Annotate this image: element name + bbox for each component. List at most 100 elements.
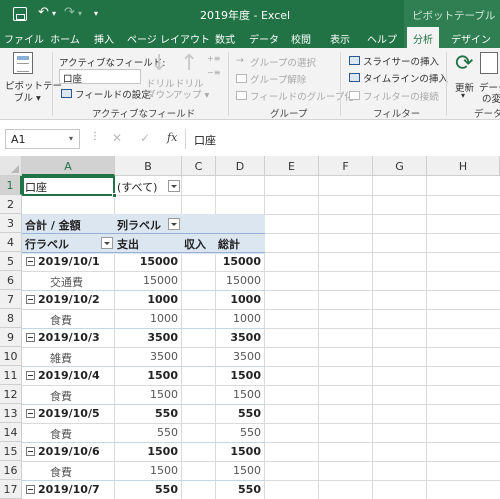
collapse-button[interactable] bbox=[26, 371, 35, 380]
pivot-date: 2019/10/3 bbox=[38, 331, 100, 344]
row-header-7[interactable]: 7 bbox=[0, 290, 22, 309]
column-header-b[interactable]: B bbox=[115, 156, 182, 176]
row-header-12[interactable]: 12 bbox=[0, 385, 22, 404]
pivot-total: 1500 bbox=[230, 369, 261, 382]
pivot-total: 550 bbox=[238, 407, 261, 420]
pivot-col-income: 収入 bbox=[184, 238, 206, 251]
collapse-button[interactable] bbox=[26, 257, 35, 266]
column-header-f[interactable]: F bbox=[319, 156, 373, 176]
row-header-5[interactable]: 5 bbox=[0, 252, 22, 271]
row-header-2[interactable]: 2 bbox=[0, 195, 22, 214]
row-header-6[interactable]: 6 bbox=[0, 271, 22, 290]
pivot-date: 2019/10/4 bbox=[38, 369, 100, 382]
change-data-source-label-2[interactable]: の変 bbox=[482, 91, 500, 105]
select-all-button[interactable] bbox=[0, 156, 22, 176]
insert-function-button[interactable]: fx bbox=[167, 131, 177, 144]
collapse-button[interactable] bbox=[26, 409, 35, 418]
gridline bbox=[372, 176, 373, 499]
customize-quick-access-icon[interactable]: ▾ bbox=[94, 9, 98, 18]
drill-up-icon: ↑ bbox=[180, 51, 199, 76]
save-icon[interactable] bbox=[13, 7, 27, 21]
field-settings-button[interactable]: フィールドの設定 bbox=[75, 87, 151, 101]
ungroup-button: グループ解除 bbox=[250, 75, 307, 86]
formula-bar: A1 ▾ ⋮ ✕ ✓ fx 口座 bbox=[0, 120, 500, 156]
tab-design[interactable]: デザイン bbox=[448, 27, 494, 48]
insert-timeline-button[interactable]: タイムラインの挿入 bbox=[363, 71, 448, 85]
column-header-g[interactable]: G bbox=[373, 156, 427, 176]
refresh-dropdown-icon[interactable]: ▾ bbox=[461, 91, 465, 100]
title-bar: ↶ ▾ ↷ ▾ ▾ 2019年度 - Excel ピボットテーブル ツール bbox=[0, 0, 500, 27]
pivot-date: 2019/10/5 bbox=[38, 407, 100, 420]
row-header-10[interactable]: 10 bbox=[0, 347, 22, 366]
row-header-11[interactable]: 11 bbox=[0, 366, 22, 385]
ribbon-separator bbox=[52, 52, 53, 116]
group-field-icon bbox=[236, 91, 247, 100]
column-header-c[interactable]: C bbox=[182, 156, 216, 176]
row-header-4[interactable]: 4 bbox=[0, 233, 22, 252]
tab-review[interactable]: 校閲 bbox=[286, 27, 316, 48]
column-header-e[interactable]: E bbox=[265, 156, 319, 176]
row-header-14[interactable]: 14 bbox=[0, 423, 22, 442]
insert-slicer-button[interactable]: スライサーの挿入 bbox=[363, 54, 439, 68]
row-header-9[interactable]: 9 bbox=[0, 328, 22, 347]
tab-analyze[interactable]: 分析 bbox=[407, 27, 439, 48]
tab-insert[interactable]: 挿入 bbox=[88, 27, 120, 48]
field-settings-icon bbox=[61, 89, 72, 98]
redo-icon[interactable]: ↷ bbox=[64, 5, 75, 20]
pivot-item-expense: 1500 bbox=[150, 388, 178, 401]
tab-page-layout[interactable]: ページ レイアウト bbox=[127, 27, 210, 48]
tab-file[interactable]: ファイル bbox=[4, 27, 44, 48]
pivot-total: 550 bbox=[238, 483, 261, 496]
window-title: 2019年度 - Excel bbox=[200, 9, 291, 22]
pivot-item: 食費 bbox=[50, 314, 72, 327]
row-labels-dropdown-button[interactable] bbox=[101, 237, 113, 249]
fill-handle[interactable] bbox=[112, 193, 117, 198]
drill-down-label-2: ダウン bbox=[146, 90, 175, 101]
collapse-button[interactable] bbox=[26, 295, 35, 304]
row-header-13[interactable]: 13 bbox=[0, 404, 22, 423]
column-header-h[interactable]: H bbox=[427, 156, 500, 176]
tab-view[interactable]: 表示 bbox=[325, 27, 355, 48]
undo-icon[interactable]: ↶ bbox=[38, 5, 49, 20]
cancel-entry-icon[interactable]: ✕ bbox=[112, 131, 122, 145]
refresh-icon[interactable]: ⟳ bbox=[455, 51, 473, 76]
active-cell-border bbox=[22, 176, 115, 196]
row-header-3[interactable]: 3 bbox=[0, 214, 22, 233]
pivot-column-labels: 列ラベル bbox=[117, 219, 161, 232]
active-field-input[interactable]: 口座 bbox=[59, 69, 141, 85]
pivot-total: 15000 bbox=[222, 255, 261, 268]
row-header-16[interactable]: 16 bbox=[0, 461, 22, 480]
collapse-button[interactable] bbox=[26, 333, 35, 342]
group-label-filter: フィルター bbox=[373, 109, 421, 120]
row-header-1[interactable]: 1 bbox=[0, 176, 22, 195]
row-header-8[interactable]: 8 bbox=[0, 309, 22, 328]
column-header-d[interactable]: D bbox=[216, 156, 265, 176]
row-header-17[interactable]: 17 bbox=[0, 480, 22, 499]
gridline bbox=[318, 176, 319, 499]
formula-input[interactable]: 口座 bbox=[185, 129, 500, 149]
pivot-values-label: 合計 / 金額 bbox=[25, 219, 81, 232]
undo-dropdown-icon[interactable]: ▾ bbox=[52, 9, 56, 18]
collapse-button[interactable] bbox=[26, 447, 35, 456]
column-header-a[interactable]: A bbox=[22, 156, 115, 176]
worksheet-grid[interactable]: A B C D E F G H 1 2 3 4 5 6 7 8 9 10 11 … bbox=[0, 156, 500, 499]
pivot-table-icon[interactable] bbox=[13, 52, 33, 74]
tab-data[interactable]: データ bbox=[246, 27, 282, 48]
column-labels-dropdown-button[interactable] bbox=[168, 218, 180, 230]
confirm-entry-icon[interactable]: ✓ bbox=[140, 131, 150, 145]
tab-home[interactable]: ホーム bbox=[47, 27, 83, 48]
redo-dropdown-icon[interactable]: ▾ bbox=[78, 9, 82, 18]
tab-formulas[interactable]: 数式 bbox=[210, 27, 240, 48]
filter-dropdown-button[interactable] bbox=[168, 180, 180, 192]
name-box-dropdown-icon[interactable]: ▾ bbox=[69, 134, 73, 143]
change-data-source-icon[interactable] bbox=[480, 52, 498, 74]
pivot-filter-value[interactable]: (すべて) bbox=[117, 176, 169, 195]
tab-help[interactable]: ヘルプ bbox=[362, 27, 402, 48]
row-header-15[interactable]: 15 bbox=[0, 442, 22, 461]
collapse-button[interactable] bbox=[26, 485, 35, 494]
pivot-item-total: 15000 bbox=[226, 274, 261, 287]
pivot-table-label-2[interactable]: ブル ▾ bbox=[14, 90, 41, 104]
ribbon: ピボットテー ブル ▾ アクティブなフィールド: 口座 フィールドの設定 ↓ ド… bbox=[0, 48, 500, 120]
pivot-col-total: 総計 bbox=[218, 238, 240, 251]
pivot-item-expense: 1000 bbox=[150, 312, 178, 325]
